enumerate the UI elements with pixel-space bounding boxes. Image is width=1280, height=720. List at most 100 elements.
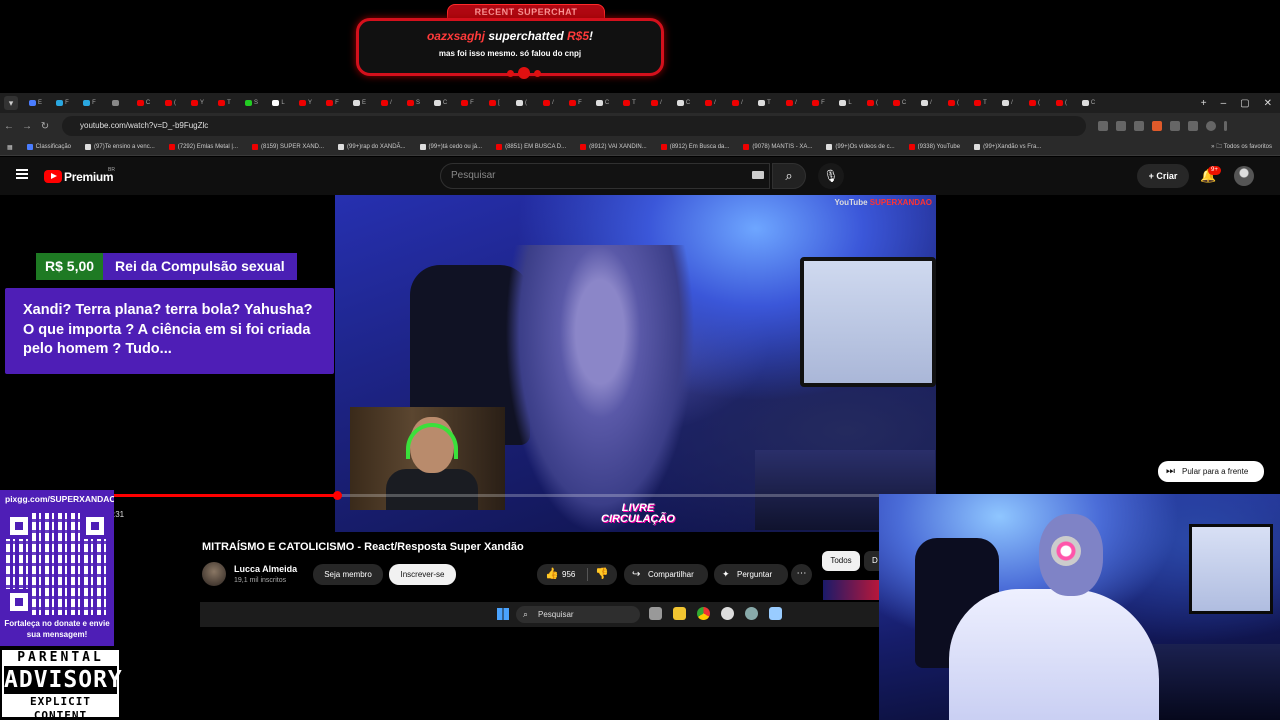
star-icon[interactable] bbox=[1134, 121, 1144, 131]
browser-tab[interactable]: / bbox=[994, 93, 1021, 113]
chip-all[interactable]: Todos bbox=[822, 551, 860, 571]
browser-tab[interactable]: / bbox=[697, 93, 724, 113]
apps-icon[interactable]: ▦ bbox=[0, 144, 20, 151]
like-icon[interactable]: 👍 bbox=[545, 564, 559, 585]
zoom-icon[interactable] bbox=[1116, 121, 1126, 131]
bookmark-item[interactable]: (8912) Em Busca da... bbox=[654, 144, 737, 150]
sidebar-icon[interactable] bbox=[1188, 121, 1198, 131]
subscribe-button[interactable]: Inscrever-se bbox=[389, 564, 456, 585]
obs-icon[interactable] bbox=[721, 607, 734, 620]
chrome-icon[interactable] bbox=[697, 607, 710, 620]
reload-icon[interactable]: ↻ bbox=[36, 121, 54, 132]
more-actions-icon[interactable]: ⋯ bbox=[791, 564, 812, 585]
browser-tab[interactable]: F bbox=[454, 93, 481, 113]
microphone-icon[interactable]: 🎙 bbox=[818, 163, 844, 189]
browser-tab[interactable]: ( bbox=[859, 93, 886, 113]
forward-icon[interactable]: → bbox=[18, 121, 36, 132]
close-window-icon[interactable]: ✕ bbox=[1264, 98, 1272, 109]
youtube-logo-icon[interactable] bbox=[44, 170, 62, 183]
browser-tab[interactable]: [ bbox=[481, 93, 508, 113]
share-button[interactable]: Compartilhar bbox=[624, 564, 708, 585]
browser-tab[interactable]: Y bbox=[184, 93, 211, 113]
browser-tab[interactable]: C bbox=[130, 93, 157, 113]
avatar[interactable] bbox=[1234, 166, 1254, 186]
hamburger-menu-icon[interactable] bbox=[16, 169, 28, 179]
url-field[interactable]: youtube.com/watch?v=D_-b9FugZlc bbox=[62, 116, 1086, 136]
like-count[interactable]: 956 bbox=[562, 564, 575, 585]
keyboard-icon[interactable] bbox=[752, 171, 764, 179]
browser-tab[interactable]: / bbox=[373, 93, 400, 113]
browser-tab[interactable]: L bbox=[265, 93, 292, 113]
browser-tab[interactable]: ( bbox=[1048, 93, 1075, 113]
new-tab-icon[interactable]: + bbox=[1201, 98, 1207, 109]
tab-search-icon[interactable]: ▾ bbox=[4, 96, 18, 110]
chip-next[interactable]: D bbox=[864, 551, 880, 571]
bookmark-item[interactable]: (9078) MANTIS - XA... bbox=[736, 144, 819, 150]
bookmark-item[interactable]: (8851) EM BUSCA D... bbox=[489, 144, 573, 150]
bookmark-item[interactable]: (8159) SUPER XAND... bbox=[245, 144, 331, 150]
bookmark-item[interactable]: (8912) VAI XANDIN... bbox=[573, 144, 654, 150]
extension-icon[interactable] bbox=[1152, 121, 1162, 131]
minimize-icon[interactable]: – bbox=[1221, 98, 1227, 109]
browser-tab[interactable]: T bbox=[967, 93, 994, 113]
browser-tab[interactable]: C bbox=[427, 93, 454, 113]
dislike-icon[interactable]: 👎 bbox=[595, 564, 609, 585]
bookmark-item[interactable]: (99+)rap do XANDÃ... bbox=[331, 144, 413, 150]
search-input[interactable]: Pesquisar bbox=[440, 163, 770, 189]
bookmark-item[interactable]: (97)Te ensino a venc... bbox=[78, 144, 162, 150]
channel-name[interactable]: Lucca Almeida bbox=[234, 564, 297, 574]
browser-tab[interactable]: ( bbox=[157, 93, 184, 113]
browser-tab[interactable]: T bbox=[211, 93, 238, 113]
steam-icon[interactable] bbox=[769, 607, 782, 620]
browser-tab[interactable]: Y bbox=[292, 93, 319, 113]
browser-tab[interactable]: E bbox=[346, 93, 373, 113]
all-bookmarks-folder[interactable]: » 🗀 Todos os favoritos bbox=[1204, 142, 1280, 152]
join-button[interactable]: Seja membro bbox=[313, 564, 383, 585]
browser-tab[interactable]: ( bbox=[940, 93, 967, 113]
taskbar-search[interactable]: Pesquisar bbox=[516, 606, 640, 623]
browser-tab[interactable]: T bbox=[751, 93, 778, 113]
file-explorer-icon[interactable] bbox=[673, 607, 686, 620]
browser-tab[interactable] bbox=[103, 93, 130, 113]
browser-tab[interactable]: T bbox=[616, 93, 643, 113]
skip-forward-button[interactable]: Pular para a frente bbox=[1158, 461, 1264, 482]
bookmark-item[interactable]: (99+)tá cedo ou já... bbox=[413, 144, 490, 150]
related-thumbnail[interactable] bbox=[823, 580, 879, 600]
browser-tab[interactable]: S bbox=[238, 93, 265, 113]
browser-tab[interactable]: S bbox=[400, 93, 427, 113]
puzzle-icon[interactable] bbox=[1170, 121, 1180, 131]
bookmark-item[interactable]: (99+)Os vídeos de c... bbox=[819, 144, 901, 150]
bookmark-item[interactable]: (99+)Xandão vs Fra... bbox=[967, 144, 1048, 150]
task-view-icon[interactable] bbox=[649, 607, 662, 620]
windows-start-icon[interactable] bbox=[497, 608, 509, 620]
browser-tab[interactable]: ( bbox=[1021, 93, 1048, 113]
settings-icon[interactable] bbox=[745, 607, 758, 620]
progress-knob[interactable] bbox=[332, 491, 342, 500]
back-icon[interactable]: ← bbox=[0, 121, 18, 132]
browser-tab[interactable]: / bbox=[724, 93, 751, 113]
youtube-brand[interactable]: Premium bbox=[64, 170, 114, 184]
maximize-icon[interactable]: ▢ bbox=[1240, 98, 1249, 109]
ask-button[interactable]: Perguntar bbox=[714, 564, 788, 585]
browser-tab[interactable]: / bbox=[643, 93, 670, 113]
profile-icon[interactable] bbox=[1206, 121, 1216, 131]
browser-tab[interactable]: F bbox=[562, 93, 589, 113]
browser-tab[interactable]: ( bbox=[508, 93, 535, 113]
browser-tab[interactable]: / bbox=[535, 93, 562, 113]
browser-tab[interactable]: / bbox=[913, 93, 940, 113]
menu-icon[interactable] bbox=[1224, 121, 1227, 131]
progress-bar[interactable] bbox=[0, 491, 936, 500]
bookmark-item[interactable]: (9338) YouTube bbox=[902, 144, 967, 150]
browser-tab[interactable]: F bbox=[805, 93, 832, 113]
channel-avatar[interactable] bbox=[202, 562, 226, 586]
bookmark-item[interactable]: (7292) Emlas Metal |... bbox=[162, 144, 245, 150]
install-icon[interactable] bbox=[1098, 121, 1108, 131]
browser-tab[interactable]: F bbox=[76, 93, 103, 113]
browser-tab[interactable]: F bbox=[319, 93, 346, 113]
browser-tab[interactable]: C bbox=[589, 93, 616, 113]
browser-tab[interactable]: / bbox=[778, 93, 805, 113]
bookmark-item[interactable]: Classificação bbox=[20, 144, 78, 150]
create-button[interactable]: + Criar bbox=[1137, 164, 1189, 188]
browser-tab[interactable]: C bbox=[670, 93, 697, 113]
browser-tab[interactable]: C bbox=[1075, 93, 1102, 113]
